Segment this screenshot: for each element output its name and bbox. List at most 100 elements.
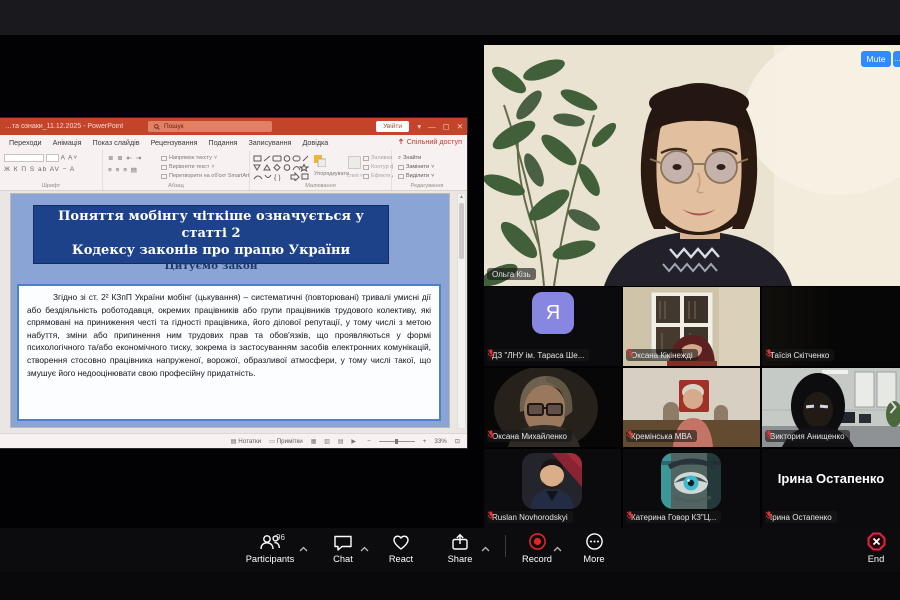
participant-name-label: Виктория Анищенко: [765, 430, 850, 442]
tab-animations[interactable]: Анімація: [53, 138, 82, 147]
next-page-chevron-icon[interactable]: [889, 399, 897, 420]
text-direction-button[interactable]: Напрямок тексту ˅: [161, 154, 217, 162]
participant-tile-skitchenko[interactable]: Таїсія Скітченко: [762, 287, 900, 366]
ppt-search-label: Пошук: [164, 123, 184, 130]
mic-muted-icon: [626, 511, 634, 520]
select-button[interactable]: Виділити ˅: [398, 172, 434, 180]
participant-name-label: ДЗ "ЛНУ ім. Тараса Ше...: [487, 349, 590, 361]
participant-tile-hovor[interactable]: Катерина Говор КЗ"Ц...: [623, 449, 760, 528]
ribbon-group-editing: ⌕ Знайти Замінити ˅ Виділити ˅ Редагуванн…: [398, 154, 444, 189]
ppt-search-box[interactable]: Пошук: [148, 121, 272, 132]
avatar: [522, 453, 582, 509]
svg-text:{ }: { }: [274, 175, 281, 181]
align-text-button[interactable]: Вирівняти текст ˅: [161, 163, 215, 171]
ppt-title-bar: …та ознаки_11.12.2025 - PowerPoint Пошук…: [0, 118, 467, 135]
arrange-button[interactable]: Упорядкувати: [314, 155, 349, 178]
speaker-portrait: [484, 45, 900, 286]
ribbon-options-icon[interactable]: ▾: [417, 122, 421, 131]
participant-name-label: Оксана Кікінежді: [626, 349, 698, 361]
more-icon: [585, 533, 603, 550]
participant-tile-kreminska[interactable]: Кремінська МВА: [623, 368, 760, 447]
participant-tile-anyshchenko[interactable]: Виктория Анищенко: [762, 368, 900, 447]
zoom-in-button[interactable]: +: [423, 438, 427, 445]
participant-name-label: Катерина Говор КЗ"Ц...: [626, 511, 722, 523]
shape-outline-button[interactable]: Контур фігури: [363, 163, 393, 171]
share-chevron-icon[interactable]: [481, 539, 490, 557]
search-icon: [154, 123, 160, 130]
tab-review[interactable]: Рецензування: [151, 138, 198, 147]
zoom-meeting-window: …та ознаки_11.12.2025 - PowerPoint Пошук…: [0, 0, 900, 600]
tab-recording[interactable]: Записування: [248, 138, 291, 147]
shape-effects-button[interactable]: Ефекти для фігур: [363, 172, 393, 180]
find-button[interactable]: ⌕ Знайти: [398, 154, 421, 162]
zoom-out-button[interactable]: −: [367, 438, 371, 445]
bottom-strip: [0, 572, 900, 600]
quick-styles-icon: [348, 156, 361, 169]
shape-fill-button[interactable]: Заливка фігури: [363, 154, 393, 162]
mic-muted-icon: [626, 349, 634, 358]
participant-name-label: Ruslan Novhorodskyi: [487, 511, 573, 523]
ribbon-group-drawing: { } Упорядкувати стилі ˅ Заливка фігури …: [250, 150, 393, 190]
mic-muted-icon: [487, 430, 495, 439]
ppt-share-button[interactable]: Спільний доступ: [397, 137, 462, 146]
heart-icon: [393, 535, 409, 550]
participant-tile-lnu[interactable]: Я ДЗ "ЛНУ ім. Тараса Ше...: [484, 287, 621, 366]
avatar: Я: [532, 292, 574, 334]
participant-tile-novhorodskyi[interactable]: Ruslan Novhorodskyi: [484, 449, 621, 528]
chat-icon: [334, 535, 352, 551]
mute-button[interactable]: Mute: [861, 51, 891, 67]
fit-slide-icon[interactable]: ⊡: [455, 438, 460, 445]
mic-muted-icon: [765, 511, 773, 520]
tab-help[interactable]: Довідка: [302, 138, 328, 147]
shapes-gallery[interactable]: { }: [253, 154, 309, 181]
zoom-slider[interactable]: [378, 438, 415, 444]
ppt-slide-canvas: Поняття мобінгу чіткіше означується у ст…: [0, 191, 467, 433]
tab-slideshow[interactable]: Показ слайдів: [92, 138, 139, 147]
replace-button[interactable]: Замінити ˅: [398, 163, 434, 171]
top-strip: [0, 0, 900, 35]
comments-button[interactable]: ▭ Примітки: [269, 438, 303, 445]
restore-icon[interactable]: ▢: [443, 122, 450, 131]
view-buttons[interactable]: ▦ ▥ ▤ ▶: [311, 438, 359, 445]
video-more-button[interactable]: …: [893, 51, 900, 67]
slide-title: Поняття мобінгу чіткіше означується у ст…: [33, 205, 389, 264]
participant-name-label: Таїсія Скітченко: [765, 349, 835, 361]
participant-tile-mykhailenko[interactable]: Оксана Михайленко: [484, 368, 621, 447]
participant-display-name: Ірина Остапенко: [777, 471, 885, 486]
smartart-button[interactable]: Перетворити на об'єкт SmartArt: [161, 172, 250, 180]
tab-view[interactable]: Подання: [208, 138, 237, 147]
ribbon-group-paragraph: ≣ ≣ ⇤ ⇥ ≡ ≡ ≡ ▤ Напрямок тексту ˅ Вирівн…: [103, 150, 250, 190]
participant-tile-kikinezhdi[interactable]: Оксана Кікінежді: [623, 287, 760, 366]
participant-tile-ostapenko[interactable]: Ірина Остапенко Ірина Остапенко: [762, 449, 900, 528]
slide-body-text: Згідно зі ст. 2² КЗпП України мобінг (ць…: [17, 284, 441, 421]
slide-scrollbar[interactable]: ▲: [457, 193, 466, 429]
participant-name-label: Ірина Остапенко: [765, 511, 837, 523]
speaker-video-olha-kiz[interactable]: Mute … Ольга Кізь: [484, 45, 900, 286]
tab-transitions[interactable]: Переходи: [9, 138, 42, 147]
participants-count: 96: [276, 533, 285, 542]
arrange-icon: [314, 155, 327, 168]
more-button[interactable]: More: [552, 532, 636, 564]
mic-muted-icon: [765, 349, 773, 358]
close-icon[interactable]: ✕: [457, 122, 463, 131]
mic-muted-icon: [626, 430, 634, 439]
participant-name-label: Кремінська МВА: [626, 430, 697, 442]
slide: Поняття мобінгу чіткіше означується у ст…: [11, 194, 449, 427]
ppt-ribbon: A A˅ Ж К П S ab AV − A Шрифт ≣ ≣ ⇤ ⇥ ≡ ≡…: [0, 150, 467, 191]
zoom-level[interactable]: 33%: [434, 438, 446, 445]
mic-muted-icon: [487, 511, 495, 520]
participant-name-label: Оксана Михайленко: [487, 430, 572, 442]
mic-muted-icon: [765, 430, 773, 439]
speaker-name-label: Ольга Кізь: [487, 268, 536, 280]
end-button[interactable]: End: [834, 532, 900, 564]
avatar: [661, 453, 721, 509]
ribbon-group-font: A A˅ Ж К П S ab AV − A Шрифт: [0, 150, 103, 190]
minimize-icon[interactable]: —: [428, 122, 436, 131]
ppt-signin-button[interactable]: Увійти: [376, 121, 409, 132]
record-icon: [528, 533, 546, 550]
notes-button[interactable]: ▤ Нотатки: [231, 438, 261, 445]
share-arrow-icon: [398, 138, 403, 145]
end-icon: [867, 532, 885, 551]
ppt-status-bar: ▤ Нотатки ▭ Примітки ▦ ▥ ▤ ▶ − + 33% ⊡: [0, 433, 467, 448]
font-style-buttons[interactable]: Ж К П S ab AV − A: [4, 166, 75, 173]
